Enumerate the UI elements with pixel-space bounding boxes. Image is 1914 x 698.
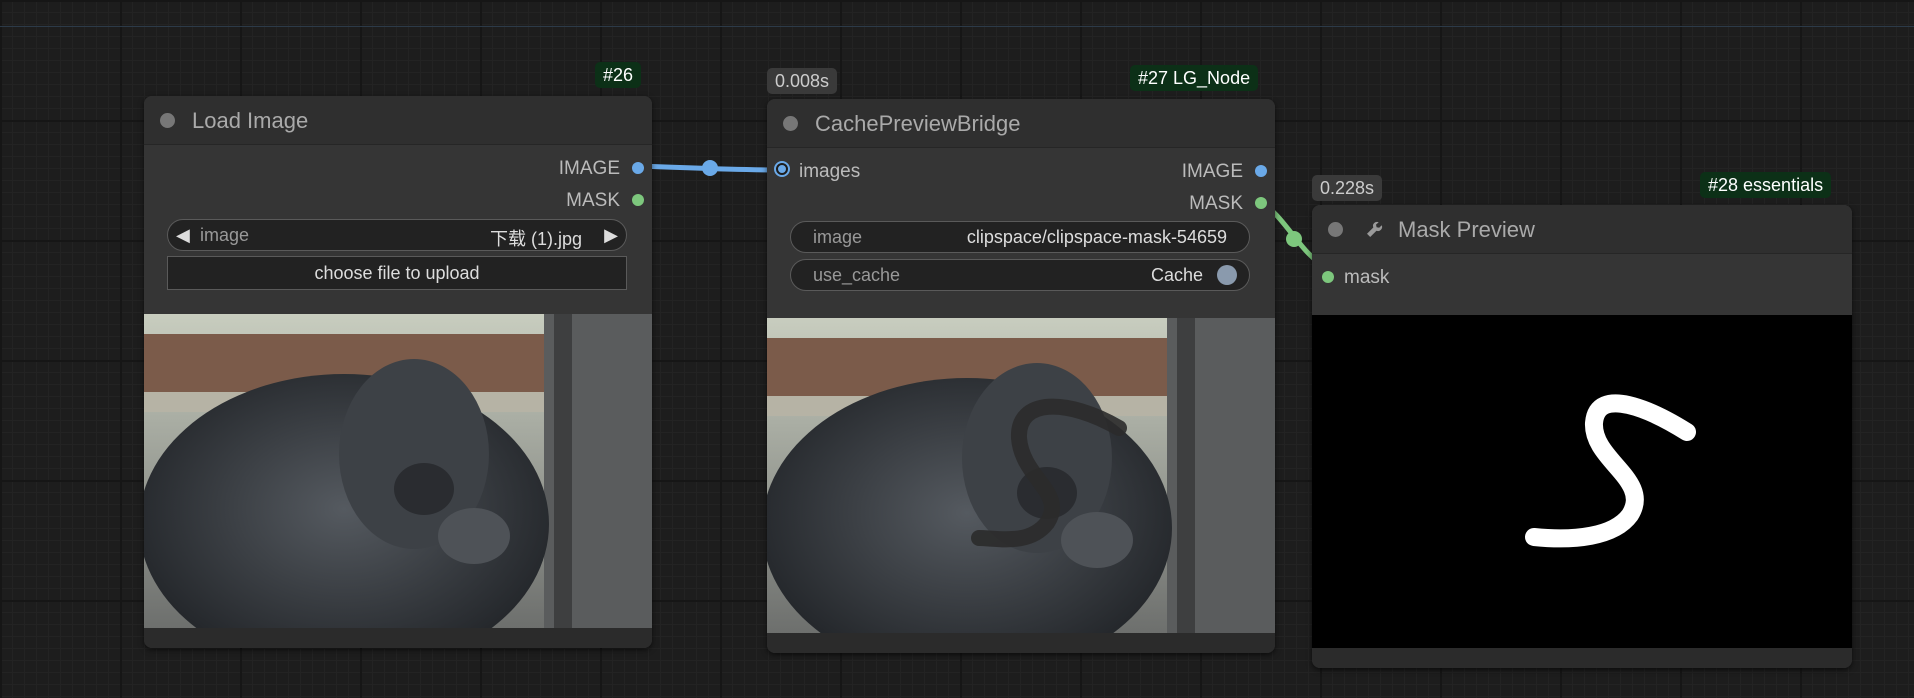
use-cache-toggle[interactable]: use_cache Cache bbox=[790, 259, 1250, 291]
masked-gorilla-image-preview bbox=[767, 318, 1275, 634]
choose-file-upload-button[interactable]: choose file to upload bbox=[167, 256, 627, 290]
widget-label: image bbox=[813, 227, 863, 247]
collapse-dot-icon[interactable] bbox=[160, 113, 175, 128]
mask-link-midpoint bbox=[1286, 231, 1302, 247]
wrench-icon bbox=[1364, 216, 1388, 245]
node-footer bbox=[1312, 648, 1852, 668]
node-footer bbox=[144, 628, 652, 648]
image-combo-widget[interactable]: ◀ image 下载 (1).jpg ▶ bbox=[167, 219, 627, 251]
input-slot-mask-icon[interactable] bbox=[1322, 271, 1334, 283]
input-slot-images-icon[interactable] bbox=[776, 163, 788, 175]
node-footer bbox=[767, 633, 1275, 653]
output-slot-mask-icon[interactable] bbox=[1255, 197, 1267, 209]
node-id-badge: #28 essentials bbox=[1700, 172, 1832, 198]
next-arrow-icon[interactable]: ▶ bbox=[604, 225, 618, 246]
output-label-image: IMAGE bbox=[1181, 161, 1243, 182]
node-id-badge: #26 bbox=[595, 62, 642, 88]
node-title: Load Image bbox=[192, 108, 309, 133]
widget-label: image bbox=[200, 225, 250, 245]
image-path-widget[interactable]: image clipspace/clipspace-mask-54659 bbox=[790, 221, 1250, 253]
node-title: CachePreviewBridge bbox=[815, 111, 1021, 136]
canvas-top-divider bbox=[0, 26, 1914, 27]
prev-arrow-icon[interactable]: ◀ bbox=[176, 225, 190, 246]
output-slot-image-icon[interactable] bbox=[1255, 165, 1267, 177]
gorilla-image-preview bbox=[144, 314, 652, 628]
execution-time-badge: 0.008s bbox=[767, 68, 838, 94]
node-title-bar[interactable]: CachePreviewBridge bbox=[767, 99, 1275, 148]
input-label-images: images bbox=[799, 161, 861, 182]
node-title-bar[interactable]: Load Image bbox=[144, 96, 652, 145]
cache-preview-bridge-node[interactable]: CachePreviewBridge images IMAGE MASK ima… bbox=[767, 99, 1275, 653]
widget-value: 下载 (1).jpg bbox=[489, 229, 582, 249]
collapse-dot-icon[interactable] bbox=[783, 116, 798, 131]
output-slot-image-icon[interactable] bbox=[632, 162, 644, 174]
mask-image-preview bbox=[1312, 315, 1852, 651]
node-id-badge: #27 LG_Node bbox=[1130, 65, 1259, 91]
image-link-midpoint bbox=[702, 160, 718, 176]
widget-label: use_cache bbox=[813, 265, 901, 285]
execution-time-badge: 0.228s bbox=[1312, 175, 1383, 201]
output-label-mask: MASK bbox=[1189, 193, 1243, 214]
mask-preview-node[interactable]: Mask Preview mask bbox=[1312, 205, 1852, 668]
input-label-mask: mask bbox=[1344, 267, 1390, 288]
widget-value: Cache bbox=[1150, 265, 1203, 285]
image-link bbox=[635, 163, 783, 173]
node-title: Mask Preview bbox=[1398, 217, 1535, 242]
toggle-knob-icon[interactable] bbox=[1217, 265, 1237, 285]
output-slot-mask-icon[interactable] bbox=[632, 194, 644, 206]
widget-value: clipspace/clipspace-mask-54659 bbox=[966, 227, 1227, 247]
collapse-dot-icon[interactable] bbox=[1328, 222, 1343, 237]
load-image-node[interactable]: Load Image IMAGE MASK ◀ image 下载 (1).jpg… bbox=[144, 96, 652, 648]
output-label-mask: MASK bbox=[566, 190, 620, 211]
output-label-image: IMAGE bbox=[558, 158, 620, 179]
node-title-bar[interactable]: Mask Preview bbox=[1312, 205, 1852, 254]
